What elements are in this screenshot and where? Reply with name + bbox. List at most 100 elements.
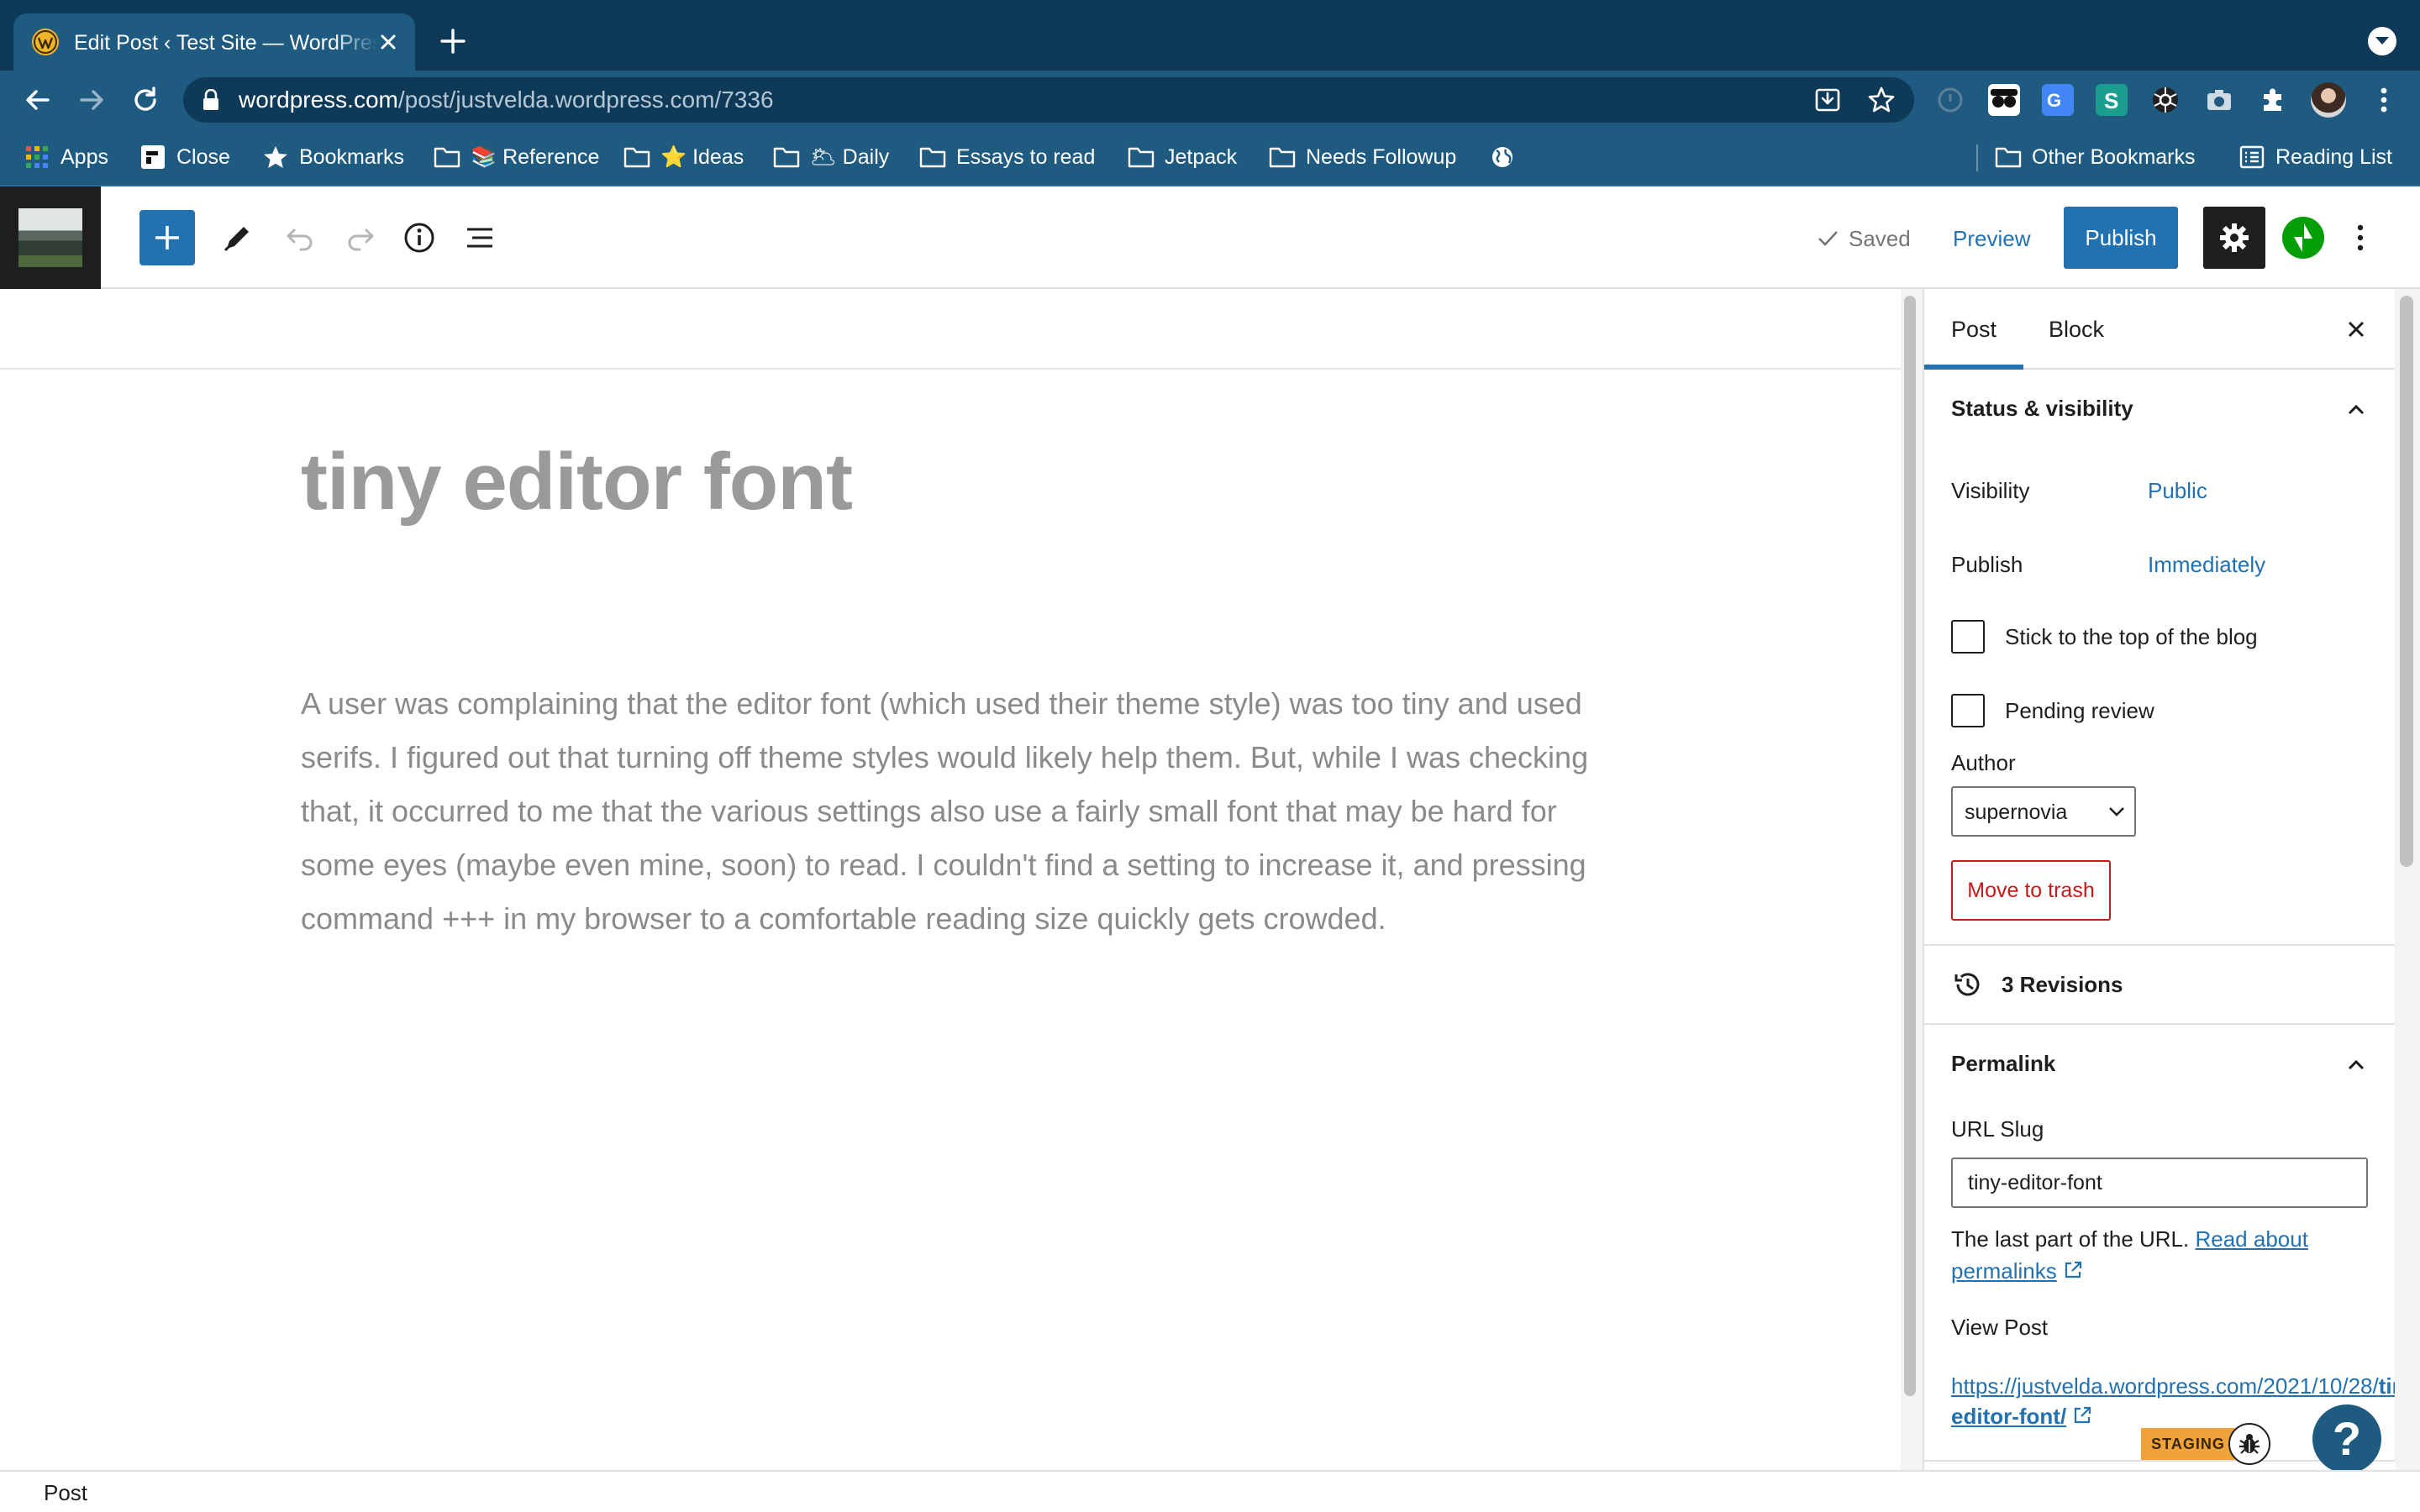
browser-tab-strip: Edit Post ‹ Test Site — WordPress.com [0,0,2420,71]
editor-options-kebab-icon[interactable] [2348,218,2373,257]
bug-icon [2239,1434,2260,1454]
list-view-icon[interactable] [460,218,499,257]
editor-canvas: tiny editor font A user was complaining … [0,289,1901,1470]
bookmark-folder-ideas[interactable]: ⭐ Ideas [623,141,744,173]
extension-glasses-icon[interactable] [1988,84,2020,116]
add-block-button[interactable] [139,210,195,265]
bookmark-other-bookmarks[interactable]: Other Bookmarks [1995,141,2196,173]
bookmark-globe[interactable] [1489,141,1516,173]
bookmark-label: Apps [60,144,108,169]
pending-review-label[interactable]: Pending review [2005,696,2154,726]
tab-block[interactable]: Block [2023,289,2129,370]
canvas-scrollbar-thumb[interactable] [1904,296,1916,1396]
folder-icon [1269,145,1296,169]
extensions-puzzle-icon[interactable] [2257,84,2289,116]
move-to-trash-button[interactable]: Move to trash [1951,860,2111,921]
bookmarks-bar: Apps Close Bookmarks 📚 Reference ⭐ Ideas… [0,128,2420,186]
globe-icon [1489,145,1516,169]
redo-icon[interactable] [341,218,380,257]
bookmark-folder-essays[interactable]: Essays to read [919,141,1095,173]
external-link-icon [2075,1406,2091,1424]
settings-sidebar: Post Block Status & visibility Visibilit… [1923,289,2395,1470]
bug-report-button[interactable] [2228,1423,2270,1465]
tab-title: Edit Post ‹ Test Site — WordPress.com [74,31,378,55]
preview-button[interactable]: Preview [1953,222,2030,255]
folder-icon [773,145,800,169]
gear-icon [2220,223,2249,252]
sidebar-scrollbar-thumb[interactable] [2400,296,2413,867]
profile-avatar[interactable] [2311,82,2346,118]
sidebar-scrollbar[interactable] [2395,289,2420,1470]
close-sidebar-icon[interactable] [2341,314,2371,344]
author-value: supernovia [1965,801,2068,824]
folder-icon [1128,145,1155,169]
sticky-checkbox[interactable] [1951,620,1985,654]
panel-title: Status & visibility [1951,396,2133,421]
bookmark-label: Other Bookmarks [2032,144,2196,169]
permalink-help-text: The last part of the URL. [1951,1226,2190,1252]
site-icon-button[interactable] [0,186,101,289]
browser-menu-kebab-icon[interactable] [2368,84,2400,116]
saved-status: Saved [1815,222,1911,255]
extension-info-icon[interactable] [1934,84,1966,116]
close-app-icon [139,145,166,169]
extension-camera-icon[interactable] [2203,84,2235,116]
author-select[interactable]: supernovia [1951,786,2136,837]
undo-icon[interactable] [281,218,319,257]
wordpress-icon [32,29,59,55]
pending-review-checkbox[interactable] [1951,694,1985,727]
bookmark-reading-list[interactable]: Reading List [2238,141,2392,173]
forward-arrow-icon[interactable] [76,84,108,116]
jetpack-icon[interactable] [2282,217,2324,259]
bookmark-folder-needs-followup[interactable]: Needs Followup [1269,141,1456,173]
block-breadcrumb-bar: Post [0,1470,2420,1512]
permalink-panel-toggle[interactable]: Permalink [1924,1025,2395,1104]
reload-icon[interactable] [129,84,161,116]
revisions-label: 3 Revisions [2002,971,2123,997]
new-tab-plus-icon[interactable] [437,25,469,57]
tab-search-chevron-icon[interactable] [2368,27,2396,55]
status-visibility-panel-toggle[interactable]: Status & visibility [1924,370,2395,449]
tab-post[interactable]: Post [1924,289,2023,370]
post-title[interactable]: tiny editor font [301,432,1729,533]
browser-tab[interactable]: Edit Post ‹ Test Site — WordPress.com [13,13,415,71]
bookmark-close[interactable]: Close [139,141,230,173]
bookmark-label: 🌥 Daily [810,144,890,169]
folder-icon [434,145,460,169]
install-app-icon[interactable] [1813,86,1842,114]
bookmark-bookmarks[interactable]: Bookmarks [262,141,404,173]
edit-pencil-icon[interactable] [218,218,257,257]
bookmark-star-icon[interactable] [1867,86,1896,114]
site-photo [18,208,82,267]
extension-s-icon[interactable]: S [2096,84,2128,116]
help-button[interactable]: ? [2312,1404,2381,1473]
url-slug-input[interactable] [1953,1159,2366,1206]
sticky-label[interactable]: Stick to the top of the blog [2005,622,2258,652]
details-info-icon[interactable] [400,218,439,257]
revisions-link[interactable]: 3 Revisions [1951,968,2123,1001]
publish-date-toggle[interactable]: Immediately [2148,549,2265,580]
tab-close-icon[interactable] [375,29,402,55]
folder-icon [1995,145,2022,169]
settings-gear-button[interactable] [2203,207,2265,269]
publish-button[interactable]: Publish [2064,207,2178,269]
extension-aperture-icon[interactable] [2149,84,2181,116]
address-bar[interactable]: wordpress.com/post/justvelda.wordpress.c… [183,77,1914,123]
paragraph-block[interactable]: A user was complaining that the editor f… [301,677,1595,946]
url-text[interactable]: wordpress.com/post/justvelda.wordpress.c… [239,85,774,115]
author-label: Author [1951,750,2016,775]
back-arrow-icon[interactable] [22,84,54,116]
breadcrumb-post[interactable]: Post [44,1478,87,1507]
bookmark-folder-daily[interactable]: 🌥 Daily [773,141,889,173]
bookmarks-separator [1976,144,1978,171]
extension-translate-icon[interactable]: G [2042,84,2074,116]
svg-text:G: G [2047,90,2061,111]
canvas-scrollbar[interactable] [1901,289,1923,1470]
visibility-toggle[interactable]: Public [2148,475,2207,506]
lock-icon[interactable] [202,89,220,111]
bookmark-folder-jetpack[interactable]: Jetpack [1128,141,1237,173]
bookmark-folder-reference[interactable]: 📚 Reference [434,141,599,173]
panel-divider [1924,944,2395,946]
bookmark-apps[interactable]: Apps [24,141,108,173]
url-slug-field[interactable] [1951,1158,2368,1208]
